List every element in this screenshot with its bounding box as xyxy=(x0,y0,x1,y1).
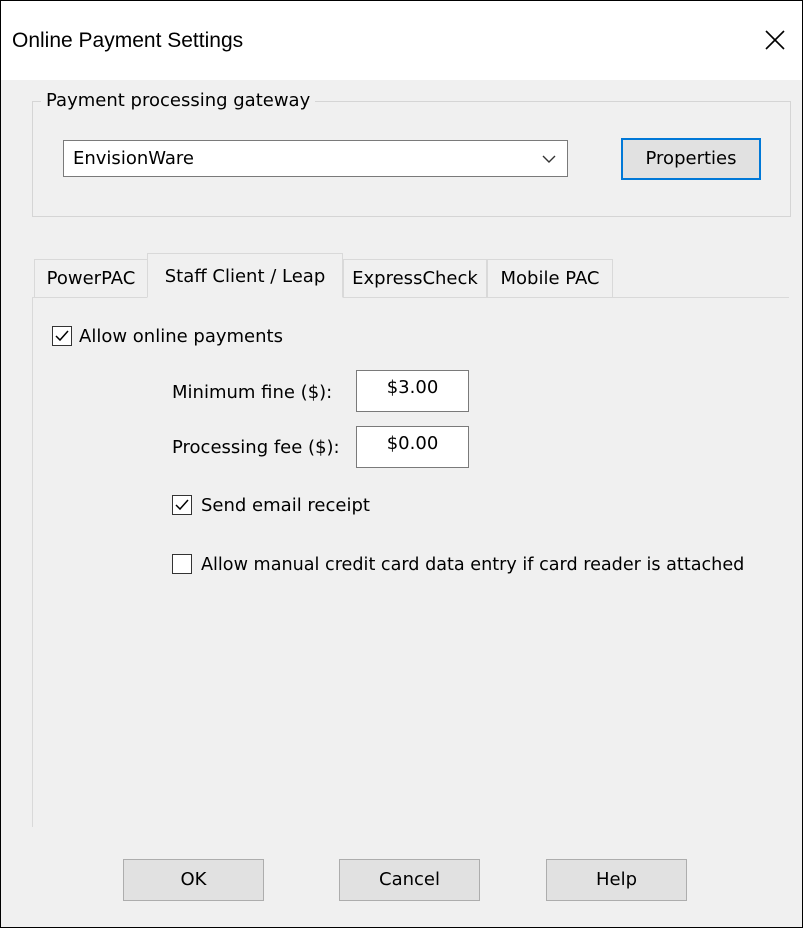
tab-staff-client-leap[interactable]: Staff Client / Leap xyxy=(147,253,343,298)
tab-mobile-pac[interactable]: Mobile PAC xyxy=(487,259,613,297)
processing-fee-input[interactable]: $0.00 xyxy=(356,426,469,468)
minimum-fine-label: Minimum fine ($): xyxy=(172,382,333,403)
cancel-button[interactable]: Cancel xyxy=(339,859,480,901)
checkmark-icon xyxy=(55,330,69,342)
allow-online-payments-label: Allow online payments xyxy=(79,326,283,347)
allow-manual-entry-checkbox[interactable] xyxy=(172,554,192,574)
allow-online-payments-checkbox[interactable] xyxy=(52,326,72,346)
close-button[interactable] xyxy=(756,17,794,63)
tab-label: Staff Client / Leap xyxy=(164,265,326,287)
gateway-dropdown-value: EnvisionWare xyxy=(73,148,194,169)
send-email-receipt-label: Send email receipt xyxy=(201,495,370,516)
checkmark-icon xyxy=(175,499,189,511)
tab-expresscheck[interactable]: ExpressCheck xyxy=(343,259,487,297)
properties-button[interactable]: Properties xyxy=(621,138,761,180)
chevron-down-icon xyxy=(542,155,556,163)
minimum-fine-input[interactable]: $3.00 xyxy=(356,370,469,412)
processing-fee-label: Processing fee ($): xyxy=(172,437,340,458)
tab-label: ExpressCheck xyxy=(352,267,478,289)
title-bar: Online Payment Settings xyxy=(1,1,802,80)
send-email-receipt-checkbox[interactable] xyxy=(172,495,192,515)
window-title: Online Payment Settings xyxy=(12,29,244,52)
tab-label: PowerPAC xyxy=(46,267,136,289)
tab-label: Mobile PAC xyxy=(500,267,600,289)
close-icon xyxy=(765,30,785,50)
tab-panel-border xyxy=(32,298,33,827)
tab-strip-baseline xyxy=(32,297,789,298)
tab-powerpac[interactable]: PowerPAC xyxy=(34,259,148,297)
ok-button[interactable]: OK xyxy=(123,859,264,901)
help-button[interactable]: Help xyxy=(546,859,687,901)
online-payment-settings-dialog: Online Payment Settings Payment processi… xyxy=(0,0,803,928)
payment-gateway-legend: Payment processing gateway xyxy=(41,90,316,112)
allow-manual-entry-label: Allow manual credit card data entry if c… xyxy=(201,555,745,575)
gateway-dropdown[interactable]: EnvisionWare xyxy=(63,140,568,177)
